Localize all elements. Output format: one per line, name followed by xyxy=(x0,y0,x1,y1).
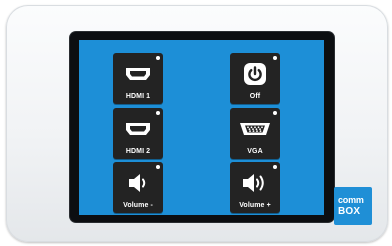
indicator-led xyxy=(156,111,160,115)
logo-text-line1: comm xyxy=(338,195,364,205)
vga-label: VGA xyxy=(247,148,263,155)
volume-down-label: Volume - xyxy=(123,202,153,209)
indicator-led xyxy=(156,56,160,60)
commbox-logo: comm BOX xyxy=(334,187,372,225)
vga-port-icon xyxy=(230,116,280,142)
off-label: Off xyxy=(249,93,261,100)
indicator-led xyxy=(273,56,277,60)
hdmi-port-icon xyxy=(113,61,163,87)
hdmi-port-icon xyxy=(113,116,163,142)
hdmi1-label: HDMI 1 xyxy=(125,93,151,100)
vga-button[interactable]: VGA xyxy=(230,108,280,159)
speaker-high-icon xyxy=(230,170,280,196)
speaker-low-icon xyxy=(113,170,163,196)
indicator-led xyxy=(273,165,277,169)
hdmi1-button[interactable]: HDMI 1 xyxy=(113,53,163,104)
indicator-led xyxy=(156,165,160,169)
volume-up-label: Volume + xyxy=(239,202,271,209)
indicator-led xyxy=(273,111,277,115)
hdmi2-button[interactable]: HDMI 2 xyxy=(113,108,163,159)
volume-up-button[interactable]: Volume + xyxy=(230,162,280,213)
volume-down-button[interactable]: Volume - xyxy=(113,162,163,213)
off-button[interactable]: Off xyxy=(230,53,280,104)
touch-screen: HDMI 1 Off HDMI 2 VGA Volume - Volume + xyxy=(79,40,324,215)
power-icon xyxy=(230,61,280,87)
hdmi2-label: HDMI 2 xyxy=(125,148,151,155)
logo-text-line2: BOX xyxy=(338,206,361,217)
